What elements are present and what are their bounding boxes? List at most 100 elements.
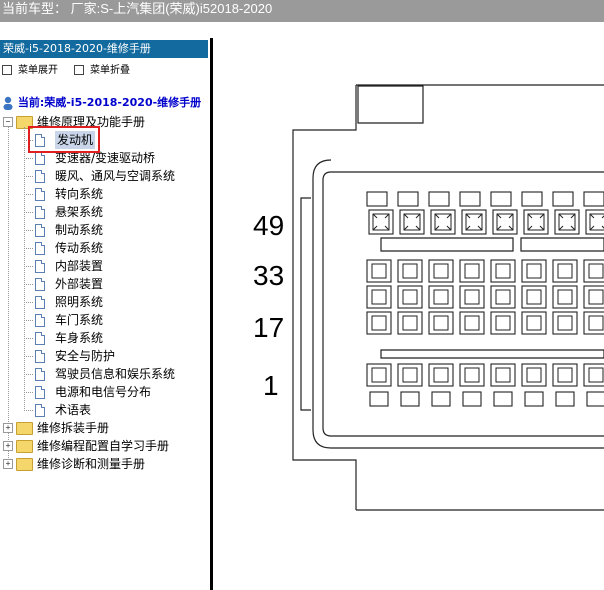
pin-cavity (521, 259, 547, 283)
tree-item[interactable]: 转向系统 (0, 185, 210, 203)
tree-item[interactable]: 安全与防护 (0, 347, 210, 365)
collapse-menu-button[interactable]: 菜单折叠 (74, 62, 130, 80)
pin-cavity (583, 191, 604, 207)
pin-cavity (431, 391, 451, 407)
current-manual-label: 当前:荣威-i5-2018-2020-维修手册 (17, 96, 202, 109)
pin-cavity (366, 363, 392, 387)
pin-cavity-detail (464, 289, 480, 305)
tree-item-label: 暖风、通风与空调系统 (55, 169, 176, 183)
tree-item-label: 安全与防护 (55, 349, 116, 363)
document-icon (35, 206, 45, 219)
pin-cavity-detail (495, 367, 511, 383)
pin-cavity-detail (526, 263, 542, 279)
pin-cavity (490, 311, 516, 335)
diagram-pane: 49 33 17 1 (213, 38, 604, 590)
pin-label-17: 17 (253, 312, 285, 343)
tree-item-label: 电源和电信号分布 (55, 385, 152, 399)
tree-item[interactable]: 车门系统 (0, 311, 210, 329)
pin-cavity (490, 363, 516, 387)
connector-latch (357, 85, 424, 124)
pin-cavity (490, 259, 516, 283)
pin-cavity-detail (496, 213, 514, 231)
pin-cavity (552, 363, 578, 387)
tree-item-label: 悬架系统 (55, 205, 104, 219)
menu-actions: 菜单展开 菜单折叠 (0, 62, 210, 80)
pin-cavity (397, 285, 423, 309)
current-manual[interactable]: 当前:荣威-i5-2018-2020-维修手册 (2, 95, 201, 111)
tree-item-label: 外部装置 (55, 277, 104, 291)
pin-cavity (397, 259, 423, 283)
pin-cavity (459, 363, 485, 387)
tree-root-label: 维修诊断和测量手册 (37, 457, 146, 471)
pin-cavity-detail (588, 263, 604, 279)
pin-cavity (493, 391, 513, 407)
pin-cavity (459, 311, 485, 335)
pin-cavity (397, 363, 423, 387)
pin-cavity-detail (495, 289, 511, 305)
pin-cavity-detail (433, 315, 449, 331)
tree-item-label: 车身系统 (55, 331, 104, 345)
pin-cavity (366, 259, 392, 283)
document-icon (35, 350, 45, 363)
pin-cavity-detail (557, 315, 573, 331)
pin-cavity-detail (464, 367, 480, 383)
folder-icon (16, 440, 33, 453)
pin-cavity (583, 363, 604, 387)
tree-item[interactable]: 外部装置 (0, 275, 210, 293)
pin-cavity-detail (465, 213, 483, 231)
pin-cavity-detail (402, 367, 418, 383)
tree-item[interactable]: 驾驶员信息和娱乐系统 (0, 365, 210, 383)
pin-cavity (586, 391, 604, 407)
collapse-node-icon[interactable]: − (3, 117, 13, 127)
pin-cavity (583, 285, 604, 309)
pin-cavity (366, 191, 388, 207)
pin-cavity (459, 191, 481, 207)
pin-cavity-detail (558, 213, 576, 231)
pin-cavity-detail (433, 263, 449, 279)
pin-cavity-detail (557, 289, 573, 305)
pin-cavity-detail (402, 315, 418, 331)
tree-item[interactable]: 内部装置 (0, 257, 210, 275)
pin-cavity-detail (588, 367, 604, 383)
sidebar: 荣威-i5-2018-2020-维修手册 菜单展开 菜单折叠 当前:荣威-i5-… (0, 38, 210, 590)
selection-highlight (28, 126, 100, 153)
expand-node-icon[interactable]: + (3, 441, 13, 451)
pin-cavity (555, 391, 575, 407)
document-icon (35, 386, 45, 399)
tree-item[interactable]: 悬架系统 (0, 203, 210, 221)
tree-item[interactable]: 车身系统 (0, 329, 210, 347)
pin-cavity-detail (495, 263, 511, 279)
pin-cavity (400, 391, 420, 407)
tree-item[interactable]: 电源和电信号分布 (0, 383, 210, 401)
pin-cavity (552, 311, 578, 335)
tree-item[interactable]: 照明系统 (0, 293, 210, 311)
pin-cavity-detail (527, 213, 545, 231)
pin-cavity-detail (371, 289, 387, 305)
tree-item-label: 转向系统 (55, 187, 104, 201)
pin-cavity-detail (434, 213, 452, 231)
tree-item[interactable]: 制动系统 (0, 221, 210, 239)
pin-cavity (552, 259, 578, 283)
tree-item[interactable]: 暖风、通风与空调系统 (0, 167, 210, 185)
pin-divider-top (380, 237, 604, 252)
pin-cavity-detail (433, 367, 449, 383)
document-icon (35, 242, 45, 255)
pin-cavity (428, 311, 454, 335)
document-icon (35, 224, 45, 237)
tree-item-label: 车门系统 (55, 313, 104, 327)
expand-node-icon[interactable]: + (3, 423, 13, 433)
tree-item[interactable]: 术语表 (0, 401, 210, 419)
pin-cavity (428, 259, 454, 283)
document-icon (35, 278, 45, 291)
expand-menu-button[interactable]: 菜单展开 (2, 62, 58, 80)
pin-cavity (366, 285, 392, 309)
pin-cavity-detail (433, 289, 449, 305)
expand-node-icon[interactable]: + (3, 459, 13, 469)
tree-item[interactable]: 传动系统 (0, 239, 210, 257)
pin-cavity-detail (371, 263, 387, 279)
pin-cavity-detail (464, 263, 480, 279)
document-icon (35, 314, 45, 327)
pin-cavity-detail (371, 315, 387, 331)
pin-cavity-detail (557, 367, 573, 383)
pin-cavity (459, 259, 485, 283)
